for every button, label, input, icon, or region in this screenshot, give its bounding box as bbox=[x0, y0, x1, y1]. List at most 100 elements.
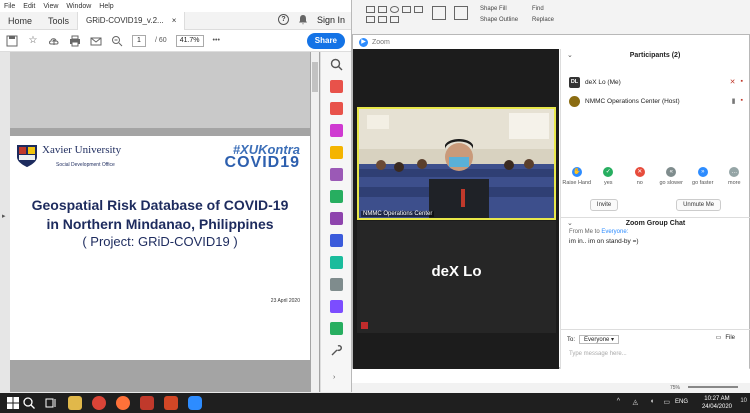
video-off-icon[interactable]: ▪ bbox=[741, 97, 743, 105]
task-view-icon[interactable] bbox=[44, 396, 58, 410]
fill-sign-icon[interactable] bbox=[330, 278, 343, 291]
bookmark-star-icon[interactable]: ☆ bbox=[27, 35, 39, 47]
send-signatures-icon[interactable] bbox=[330, 300, 343, 313]
redact-icon[interactable] bbox=[330, 212, 343, 225]
acrobat-tab-bar: Home Tools GRiD-COVID19_v.2... × ? Sign … bbox=[0, 11, 351, 30]
more-reactions-button[interactable]: … more bbox=[719, 167, 749, 186]
file-explorer-icon[interactable] bbox=[68, 396, 82, 410]
powerpoint-icon[interactable] bbox=[164, 396, 178, 410]
zoom-level-input[interactable]: 41.7% bbox=[175, 34, 204, 47]
video-tile-host[interactable]: NMMC Operations Center bbox=[357, 107, 556, 220]
arrow-shape-icon[interactable] bbox=[366, 16, 375, 23]
go-slower-button[interactable]: « go slower bbox=[656, 167, 686, 186]
tray-up-arrow-icon[interactable]: ^ bbox=[617, 398, 620, 405]
notifications-badge[interactable]: 10 bbox=[740, 398, 747, 404]
start-windows-icon[interactable] bbox=[6, 396, 20, 410]
recipient-dropdown[interactable]: Everyone ▾ bbox=[579, 335, 620, 344]
close-tab-icon[interactable]: × bbox=[172, 12, 177, 30]
bell-icon[interactable] bbox=[298, 14, 308, 25]
acrobat-icon[interactable] bbox=[140, 396, 154, 410]
send-track-icon[interactable] bbox=[330, 322, 343, 335]
sign-in-link[interactable]: Sign In bbox=[317, 15, 345, 25]
menu-help[interactable]: Help bbox=[99, 3, 113, 10]
document-date: 23 April 2020 bbox=[270, 298, 300, 304]
arrange-icon[interactable] bbox=[432, 6, 446, 20]
participant-row[interactable]: DL deX Lo (Me) bbox=[569, 75, 621, 89]
chat-recipient[interactable]: Everyone: bbox=[601, 229, 628, 235]
mic-icon[interactable]: ▮ bbox=[732, 97, 736, 105]
zoom-app-icon[interactable] bbox=[188, 396, 202, 410]
battery-icon[interactable]: ▭ bbox=[663, 398, 670, 406]
yes-button[interactable]: ✓ yes bbox=[593, 167, 623, 186]
chrome-icon[interactable] bbox=[92, 396, 106, 410]
upload-cloud-icon[interactable] bbox=[48, 35, 60, 47]
protect-shield-icon[interactable] bbox=[330, 234, 343, 247]
email-icon[interactable] bbox=[90, 35, 102, 47]
rectangle-shape-icon[interactable] bbox=[378, 6, 387, 13]
mic-off-icon[interactable]: ✕ bbox=[730, 78, 736, 86]
line-shape-icon[interactable] bbox=[366, 6, 375, 13]
video-tile-self[interactable]: deX Lo bbox=[357, 221, 556, 333]
page-number-input[interactable]: 1 bbox=[132, 34, 146, 47]
replace-button[interactable]: Replace bbox=[532, 17, 554, 23]
unmute-me-button[interactable]: Unmute Me bbox=[676, 199, 722, 211]
chat-input[interactable]: Type message here... bbox=[569, 351, 627, 357]
expand-left-icon[interactable]: ▸ bbox=[2, 212, 6, 220]
callout-shape-icon[interactable] bbox=[390, 16, 399, 23]
vertical-scrollbar[interactable] bbox=[311, 52, 319, 392]
find-button[interactable]: Find bbox=[532, 6, 544, 12]
clock[interactable]: 10:27 AM 24/04/2020 bbox=[702, 395, 732, 411]
scroll-thumb[interactable] bbox=[312, 62, 318, 92]
menu-file[interactable]: File bbox=[4, 3, 15, 10]
edit-pdf-icon[interactable] bbox=[330, 124, 343, 137]
go-faster-button[interactable]: » go faster bbox=[688, 167, 718, 186]
create-pdf-icon[interactable] bbox=[330, 102, 343, 115]
zoom-out-icon[interactable] bbox=[111, 35, 123, 47]
comment-icon[interactable] bbox=[330, 146, 343, 159]
tools-wrench-icon[interactable] bbox=[330, 344, 343, 357]
star-shape-icon[interactable] bbox=[378, 16, 387, 23]
page-total: / 60 bbox=[155, 37, 167, 44]
triangle-shape-icon[interactable] bbox=[414, 6, 423, 13]
save-icon[interactable] bbox=[6, 35, 18, 47]
file-button[interactable]: ▭ File bbox=[716, 334, 735, 342]
search-icon[interactable] bbox=[330, 58, 343, 71]
zoom-slider[interactable] bbox=[688, 386, 738, 388]
document-subtitle: ( Project: GRiD-COVID19 ) bbox=[82, 234, 238, 249]
tab-tools[interactable]: Tools bbox=[40, 12, 77, 30]
left-panel-toggle[interactable]: ▸ bbox=[0, 52, 10, 392]
collapse-participants-icon[interactable]: ⌄ bbox=[567, 49, 573, 63]
combine-files-icon[interactable] bbox=[330, 168, 343, 181]
shape-fill-button[interactable]: Shape Fill bbox=[480, 6, 507, 12]
menu-window[interactable]: Window bbox=[66, 3, 91, 10]
organize-pages-icon[interactable] bbox=[330, 190, 343, 203]
quick-styles-icon[interactable] bbox=[454, 6, 468, 20]
firefox-icon[interactable] bbox=[116, 396, 130, 410]
tab-home[interactable]: Home bbox=[0, 12, 40, 30]
collapse-pane-icon[interactable]: › bbox=[333, 374, 335, 381]
network-icon[interactable]: ◬ bbox=[633, 398, 638, 406]
menu-view[interactable]: View bbox=[43, 3, 58, 10]
help-icon[interactable]: ? bbox=[277, 14, 289, 25]
export-pdf-icon[interactable] bbox=[330, 80, 343, 93]
video-area: NMMC Operations Center deX Lo bbox=[353, 49, 559, 369]
print-icon[interactable] bbox=[69, 35, 81, 47]
compress-icon[interactable] bbox=[330, 256, 343, 269]
participant-row[interactable]: NMMC Operations Center (Host) bbox=[569, 94, 680, 108]
video-off-icon[interactable]: ▪ bbox=[741, 78, 743, 86]
oval-shape-icon[interactable] bbox=[390, 6, 399, 13]
language-indicator[interactable]: ENG bbox=[675, 399, 688, 405]
tab-document[interactable]: GRiD-COVID19_v.2... × bbox=[77, 11, 186, 30]
powerpoint-zoom-level[interactable]: 75% bbox=[670, 385, 680, 391]
volume-icon[interactable]: ◖ bbox=[650, 398, 654, 405]
share-button[interactable]: Share bbox=[306, 33, 345, 49]
more-tools-icon[interactable]: ••• bbox=[213, 37, 220, 44]
invite-button[interactable]: Invite bbox=[589, 199, 619, 211]
search-icon[interactable] bbox=[22, 396, 36, 410]
rounded-rect-shape-icon[interactable] bbox=[402, 6, 411, 13]
raise-hand-button[interactable]: ✋ Raise Hand bbox=[562, 167, 592, 186]
participant-actions: Invite Unmute Me bbox=[561, 199, 750, 211]
no-button[interactable]: ✕ no bbox=[625, 167, 655, 186]
shape-outline-button[interactable]: Shape Outline bbox=[480, 17, 518, 23]
menu-edit[interactable]: Edit bbox=[23, 3, 35, 10]
